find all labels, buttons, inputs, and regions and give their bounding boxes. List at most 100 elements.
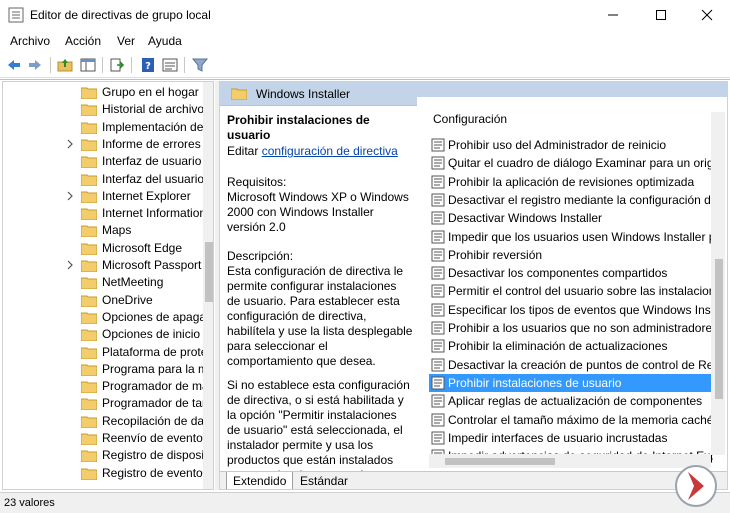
tree-item[interactable]: Internet Information Services xyxy=(3,205,203,222)
filter-button[interactable] xyxy=(191,56,209,74)
tree-scroll-thumb[interactable] xyxy=(205,242,213,302)
setting-row[interactable]: Prohibir la eliminación de actualizacion… xyxy=(429,337,713,355)
folder-icon xyxy=(81,87,97,99)
tree-item[interactable]: Historial de archivos xyxy=(3,101,203,118)
tree-item[interactable]: Reenvío de eventos xyxy=(3,430,203,447)
forward-button[interactable] xyxy=(26,56,44,74)
tab-extendido[interactable]: Extendido xyxy=(226,472,294,489)
column-header-configuracion[interactable]: Configuración xyxy=(433,112,507,126)
setting-row-label: Aplicar reglas de actualización de compo… xyxy=(448,394,703,409)
status-text: 23 valores xyxy=(4,497,55,509)
requirements-text: Microsoft Windows XP o Windows 2000 con … xyxy=(227,190,409,234)
list-vertical-thumb[interactable] xyxy=(715,259,723,399)
toolbar: ? xyxy=(0,52,730,78)
tree-item[interactable]: Microsoft Passport xyxy=(3,257,203,274)
tree-item[interactable]: Implementación de paquetes xyxy=(3,119,203,136)
menu-accion[interactable]: Acción xyxy=(65,34,101,48)
tree-item[interactable]: Opciones de apagado xyxy=(3,309,203,326)
setting-row[interactable]: Controlar el tamaño máximo de la memoria… xyxy=(429,411,713,429)
tree-item[interactable]: Registro de eventos xyxy=(3,465,203,482)
tree-item[interactable]: Interfaz del usuario de Windows xyxy=(3,171,203,188)
folder-icon xyxy=(81,156,97,169)
tree-item[interactable]: Recopilación de datos xyxy=(3,413,203,430)
setting-row[interactable]: Permitir el control del usuario sobre la… xyxy=(429,282,713,300)
tree-item-label: Internet Explorer xyxy=(102,188,191,203)
show-hide-tree-button[interactable] xyxy=(79,56,97,74)
tree-item-label: Recopilación de datos xyxy=(102,413,203,428)
tree-item[interactable]: Programador de mantenimiento xyxy=(3,378,203,395)
folder-icon xyxy=(81,104,97,117)
tree-item[interactable]: Informe de errores de Windows xyxy=(3,136,203,153)
setting-row[interactable]: Desactivar el registro mediante la confi… xyxy=(429,191,713,209)
folder-icon xyxy=(81,433,97,445)
tree-item[interactable]: OneDrive xyxy=(3,292,203,309)
tree-item-label: Opciones de inicio de sesión xyxy=(102,327,203,342)
tree-item-label: Grupo en el hogar xyxy=(102,85,199,99)
setting-row[interactable]: Prohibir instalaciones de usuario xyxy=(429,373,713,392)
folder-icon xyxy=(231,88,247,100)
svg-text:?: ? xyxy=(145,61,151,72)
list-horizontal-thumb[interactable] xyxy=(445,458,555,465)
tab-estandar[interactable]: Estándar xyxy=(294,472,354,489)
chevron-right-icon[interactable] xyxy=(65,260,75,270)
up-folder-icon xyxy=(57,59,73,72)
tree-item-label: Programador de tareas xyxy=(102,396,203,411)
folder-icon xyxy=(81,277,97,290)
tree-item-label: Maps xyxy=(102,223,132,238)
menu-archivo[interactable]: Archivo xyxy=(10,34,50,48)
menu-ayuda[interactable]: Ayuda xyxy=(148,34,182,48)
tree-item[interactable]: Maps xyxy=(3,222,203,239)
export-list-button[interactable] xyxy=(108,56,126,74)
tree-item[interactable]: Programador de tareas xyxy=(3,395,203,412)
tree-item-label: Microsoft Passport xyxy=(102,258,202,272)
tree-item[interactable]: Grupo en el hogar xyxy=(3,84,203,101)
setting-row-label: Prohibir la aplicación de revisiones opt… xyxy=(448,174,695,189)
properties-icon xyxy=(162,58,178,72)
setting-row[interactable]: Especificar los tipos de eventos que Win… xyxy=(429,301,713,319)
tree-item[interactable]: Registro de dispositivos xyxy=(3,447,203,464)
back-button[interactable] xyxy=(5,56,23,74)
folder-icon xyxy=(81,191,97,203)
setting-row[interactable]: Aplicar reglas de actualización de compo… xyxy=(429,392,713,410)
tree-item[interactable]: Microsoft Edge xyxy=(3,240,203,257)
up-folder-button[interactable] xyxy=(56,56,74,74)
setting-row[interactable]: Prohibir la aplicación de revisiones opt… xyxy=(429,173,713,191)
tree-item[interactable]: NetMeeting xyxy=(3,274,203,291)
chevron-right-icon[interactable] xyxy=(65,191,75,201)
tree-item[interactable]: Programa para la mejora xyxy=(3,361,203,378)
close-button[interactable] xyxy=(684,0,730,30)
settings-list[interactable]: Configuración Prohibir uso del Administr… xyxy=(417,97,727,473)
chevron-right-icon[interactable] xyxy=(65,139,75,149)
tree-item[interactable]: Internet Explorer xyxy=(3,188,203,205)
policy-setting-icon xyxy=(431,266,445,280)
maximize-button[interactable] xyxy=(638,0,684,30)
setting-row[interactable]: Prohibir a los usuarios que no son admin… xyxy=(429,319,713,337)
properties-button[interactable] xyxy=(161,56,179,74)
tree-item-label: Microsoft Edge xyxy=(102,240,183,255)
setting-row[interactable]: Impedir que los usuarios usen Windows In… xyxy=(429,228,713,246)
minimize-button[interactable] xyxy=(590,0,636,30)
setting-row[interactable]: Desactivar la creación de puntos de cont… xyxy=(429,356,713,374)
console-tree[interactable]: Grupo en el hogar Historial de archivos Im… xyxy=(2,81,214,490)
setting-row[interactable]: Quitar el cuadro de diálogo Examinar par… xyxy=(429,154,713,172)
setting-row[interactable]: Desactivar los componentes compartidos xyxy=(429,264,713,282)
setting-row[interactable]: Impedir interfaces de usuario incrustada… xyxy=(429,429,713,447)
app-icon xyxy=(8,7,24,23)
setting-row[interactable]: Prohibir reversión xyxy=(429,246,713,264)
tree-item[interactable]: Plataforma de protección xyxy=(3,344,203,361)
policy-setting-icon xyxy=(431,230,445,243)
setting-row[interactable]: Desactivar Windows Installer xyxy=(429,209,713,227)
tree-item[interactable]: Interfaz de usuario de credenciales xyxy=(3,153,203,170)
setting-row[interactable]: Prohibir uso del Administrador de reinic… xyxy=(429,136,713,154)
tree-item-label: Implementación de paquetes xyxy=(102,119,203,134)
policy-setting-icon xyxy=(431,303,445,317)
edit-policy-link[interactable]: configuración de directiva xyxy=(262,144,398,158)
folder-icon xyxy=(81,208,97,221)
help-button[interactable]: ? xyxy=(139,56,157,74)
tree-item[interactable]: Opciones de inicio de sesión xyxy=(3,326,203,343)
tree-item-label: Reenvío de eventos xyxy=(102,431,203,445)
description-text-2: Si no establece esta configuración de di… xyxy=(227,378,410,473)
menu-ver[interactable]: Ver xyxy=(117,34,135,48)
policy-setting-icon xyxy=(431,284,445,298)
setting-row-label: Controlar el tamaño máximo de la memoria… xyxy=(448,412,713,427)
